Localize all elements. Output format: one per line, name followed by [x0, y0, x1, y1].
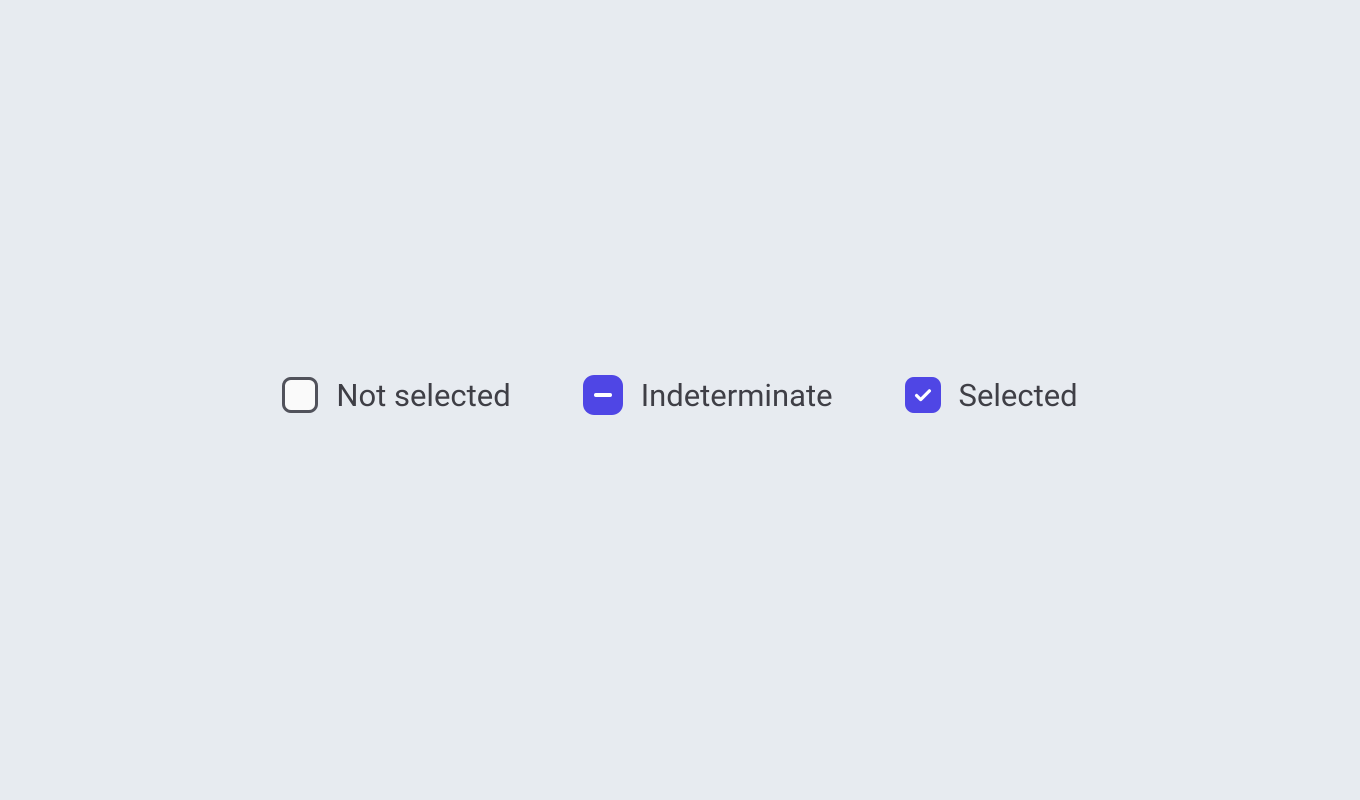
- checkbox-selected[interactable]: [905, 377, 941, 413]
- check-icon: [912, 384, 934, 406]
- checkbox-group: Not selected Indeterminate Selected: [282, 375, 1077, 415]
- minus-icon: [594, 393, 612, 397]
- checkbox-item-selected: Selected: [905, 377, 1078, 414]
- checkbox-indeterminate[interactable]: [583, 375, 623, 415]
- checkbox-item-indeterminate: Indeterminate: [583, 375, 833, 415]
- checkbox-label-not-selected[interactable]: Not selected: [336, 377, 510, 414]
- checkbox-item-not-selected: Not selected: [282, 377, 510, 414]
- checkbox-label-indeterminate[interactable]: Indeterminate: [641, 377, 833, 414]
- checkbox-label-selected[interactable]: Selected: [959, 377, 1078, 414]
- checkbox-not-selected[interactable]: [282, 377, 318, 413]
